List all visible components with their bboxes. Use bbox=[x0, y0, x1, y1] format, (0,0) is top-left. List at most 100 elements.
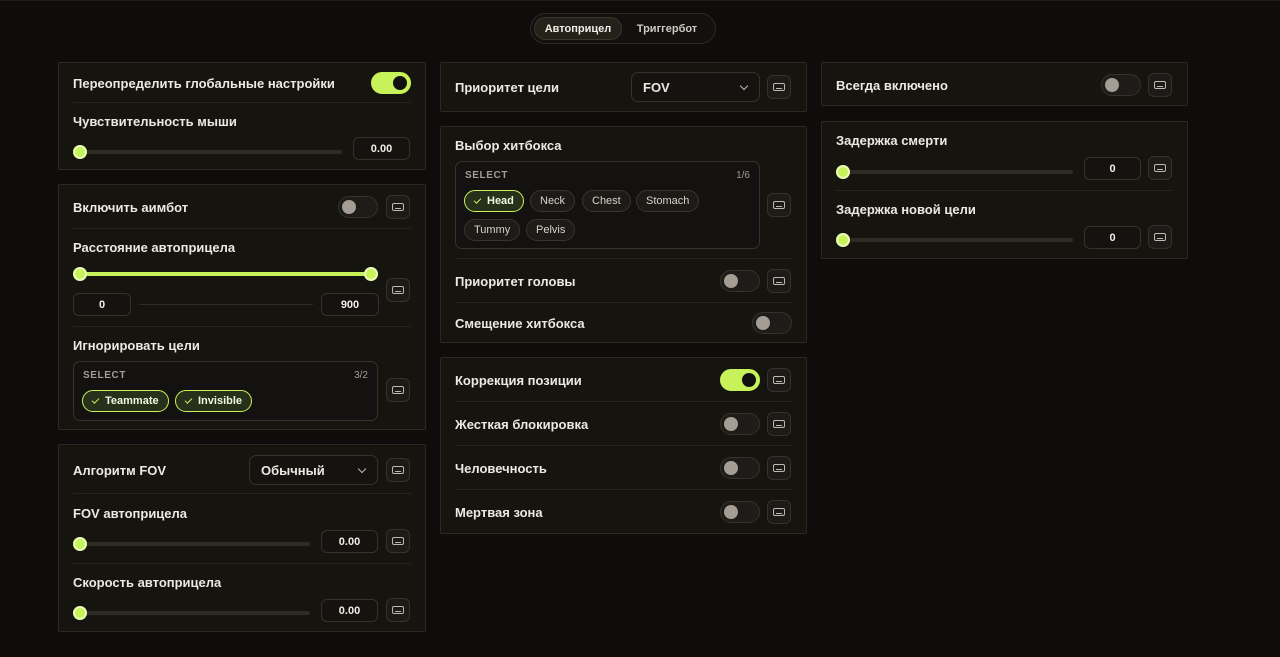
dropdown-value: Обычный bbox=[261, 462, 325, 478]
chip-tummy[interactable]: Tummy bbox=[464, 219, 521, 241]
divider bbox=[455, 445, 792, 446]
keybind-button[interactable] bbox=[767, 193, 791, 217]
slider-fill bbox=[80, 272, 371, 276]
hitbox-select[interactable]: SELECT 1/6 Head Neck Chest Stomach Tummy… bbox=[455, 161, 760, 249]
pos-correction-toggle[interactable] bbox=[720, 369, 760, 391]
tab-autoaim[interactable]: Автоприцел bbox=[534, 17, 622, 40]
divider bbox=[455, 401, 792, 402]
chip-label: Chest bbox=[592, 195, 621, 207]
deadzone-toggle[interactable] bbox=[720, 501, 760, 523]
keybind-button[interactable] bbox=[767, 456, 791, 480]
slider-thumb[interactable] bbox=[836, 165, 850, 179]
keybind-button[interactable] bbox=[386, 458, 410, 482]
slider-thumb[interactable] bbox=[836, 233, 850, 247]
keybind-button[interactable] bbox=[767, 412, 791, 436]
keyboard-icon bbox=[773, 376, 785, 384]
mode-tabs: Автоприцел Триггербот bbox=[530, 13, 716, 44]
chip-label: Invisible bbox=[198, 395, 243, 407]
fov-value[interactable]: 0.00 bbox=[321, 530, 378, 553]
keybind-button[interactable] bbox=[767, 75, 791, 99]
priority-dropdown[interactable]: FOV bbox=[631, 72, 760, 102]
override-label: Переопределить глобальные настройки bbox=[73, 76, 335, 91]
fov-slider[interactable] bbox=[73, 537, 310, 551]
speed-slider[interactable] bbox=[73, 606, 310, 620]
toggle-knob bbox=[1105, 78, 1119, 92]
sensitivity-slider[interactable] bbox=[73, 145, 342, 159]
death-delay-slider[interactable] bbox=[836, 165, 1073, 179]
override-toggle[interactable] bbox=[371, 72, 411, 94]
toggle-knob bbox=[724, 461, 738, 475]
hard-lock-toggle[interactable] bbox=[720, 413, 760, 435]
keyboard-icon bbox=[1154, 164, 1166, 172]
death-delay-value[interactable]: 0 bbox=[1084, 157, 1141, 180]
divider bbox=[73, 563, 411, 564]
chevron-down-icon bbox=[357, 464, 367, 474]
humanity-toggle[interactable] bbox=[720, 457, 760, 479]
select-count: 1/6 bbox=[736, 170, 750, 181]
toggle-knob bbox=[724, 417, 738, 431]
distance-range-slider[interactable] bbox=[73, 267, 378, 281]
hitbox-offset-toggle[interactable] bbox=[752, 312, 792, 334]
fov-algorithm-dropdown[interactable]: Обычный bbox=[249, 455, 378, 485]
divider bbox=[73, 493, 411, 494]
keyboard-icon bbox=[1154, 81, 1166, 89]
keybind-button[interactable] bbox=[1148, 73, 1172, 97]
enable-aimbot-toggle[interactable] bbox=[338, 196, 378, 218]
keybind-button[interactable] bbox=[1148, 156, 1172, 180]
head-priority-toggle[interactable] bbox=[720, 270, 760, 292]
fov-algorithm-label: Алгоритм FOV bbox=[73, 463, 167, 478]
select-header: SELECT bbox=[465, 170, 509, 181]
keybind-button[interactable] bbox=[386, 278, 410, 302]
keybind-button[interactable] bbox=[1148, 225, 1172, 249]
select-header: SELECT bbox=[83, 370, 127, 381]
delays-panel: Задержка смерти 0 Задержка новой цели 0 bbox=[821, 121, 1188, 259]
toggle-knob bbox=[724, 274, 738, 288]
toggle-knob bbox=[342, 200, 356, 214]
distance-max-value[interactable]: 900 bbox=[321, 293, 379, 316]
new-target-delay-label: Задержка новой цели bbox=[836, 202, 976, 217]
chip-stomach[interactable]: Stomach bbox=[636, 190, 700, 212]
speed-value[interactable]: 0.00 bbox=[321, 599, 378, 622]
sensitivity-value[interactable]: 0.00 bbox=[353, 137, 410, 160]
divider bbox=[836, 190, 1173, 191]
slider-thumb[interactable] bbox=[73, 606, 87, 620]
range-thumb-max[interactable] bbox=[364, 267, 378, 281]
chip-label: Pelvis bbox=[536, 224, 566, 236]
keybind-button[interactable] bbox=[767, 368, 791, 392]
new-target-delay-value[interactable]: 0 bbox=[1084, 226, 1141, 249]
keybind-button[interactable] bbox=[386, 598, 410, 622]
chip-invisible[interactable]: Invisible bbox=[175, 390, 253, 412]
keyboard-icon bbox=[773, 201, 785, 209]
fov-label: FOV автоприцела bbox=[73, 506, 188, 521]
death-delay-label: Задержка смерти bbox=[836, 133, 948, 148]
hitbox-panel: Выбор хитбокса SELECT 1/6 Head Neck Ches… bbox=[440, 126, 807, 343]
keybind-button[interactable] bbox=[767, 500, 791, 524]
chip-neck[interactable]: Neck bbox=[530, 190, 576, 212]
slider-thumb[interactable] bbox=[73, 145, 87, 159]
keybind-button[interactable] bbox=[386, 529, 410, 553]
toggle-knob bbox=[756, 316, 770, 330]
deadzone-label: Мертвая зона bbox=[455, 505, 543, 520]
range-connector bbox=[139, 304, 313, 305]
new-target-delay-slider[interactable] bbox=[836, 233, 1073, 247]
priority-label: Приоритет цели bbox=[455, 80, 560, 95]
divider bbox=[455, 489, 792, 490]
range-thumb-min[interactable] bbox=[73, 267, 87, 281]
keybind-button[interactable] bbox=[767, 269, 791, 293]
ignore-targets-select[interactable]: SELECT 3/2 Teammate Invisible bbox=[73, 361, 378, 421]
keybind-button[interactable] bbox=[386, 195, 410, 219]
tab-triggerbot[interactable]: Триггербот bbox=[622, 17, 712, 40]
chip-teammate[interactable]: Teammate bbox=[82, 390, 169, 412]
slider-thumb[interactable] bbox=[73, 537, 87, 551]
check-icon bbox=[91, 396, 100, 404]
chip-pelvis[interactable]: Pelvis bbox=[526, 219, 576, 241]
chip-chest[interactable]: Chest bbox=[582, 190, 631, 212]
chip-head[interactable]: Head bbox=[464, 190, 524, 212]
keyboard-icon bbox=[773, 420, 785, 428]
keyboard-icon bbox=[1154, 233, 1166, 241]
enable-aimbot-label: Включить аимбот bbox=[73, 200, 189, 215]
keybind-button[interactable] bbox=[386, 378, 410, 402]
toggle-knob bbox=[724, 505, 738, 519]
distance-min-value[interactable]: 0 bbox=[73, 293, 131, 316]
always-on-toggle[interactable] bbox=[1101, 74, 1141, 96]
